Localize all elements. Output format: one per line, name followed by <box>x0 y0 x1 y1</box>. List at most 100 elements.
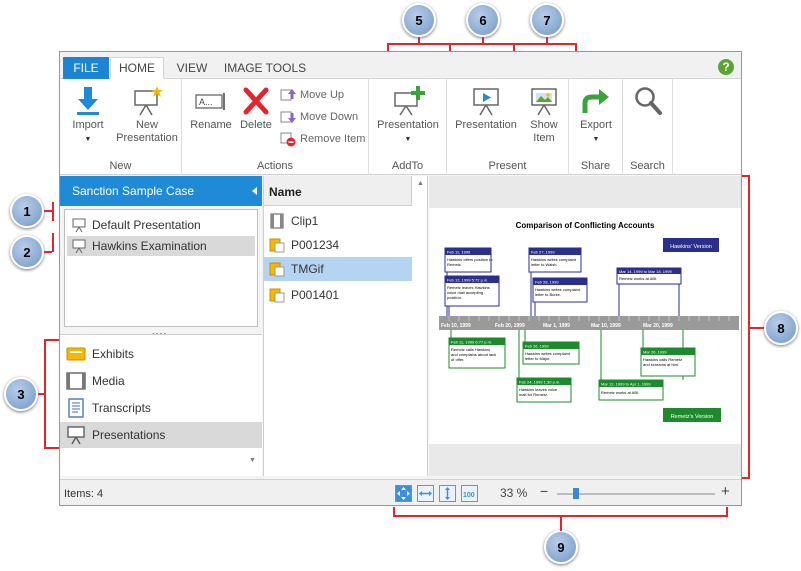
tab-view[interactable]: VIEW <box>168 57 216 79</box>
callout-9: 9 <box>544 530 578 564</box>
move-down-button[interactable]: Move Down <box>280 109 358 125</box>
svg-text:of offer.: of offer. <box>451 357 464 362</box>
nav-item-exhibits[interactable]: Exhibits <box>60 341 262 367</box>
present-presentation-button[interactable]: Presentation <box>453 85 519 132</box>
fit-page-icon <box>397 487 410 500</box>
zoom-slider-thumb[interactable] <box>572 488 579 499</box>
move-up-icon <box>280 89 296 101</box>
group-label-new: New <box>109 160 132 172</box>
bottom-event-box: Mar 26, 1999 Hawkins calls Remetz and sc… <box>640 330 696 377</box>
name-column-header[interactable]: Name <box>264 176 412 206</box>
top-event-box: Mar 14, 1999 to Mar 18, 1999 Remetz work… <box>616 267 682 316</box>
export-icon <box>582 89 609 113</box>
exhibit-icon <box>269 238 285 253</box>
rename-label: Rename <box>190 119 232 131</box>
import-button[interactable]: Import ▼ <box>68 85 108 146</box>
actual-size-icon: 100 <box>463 492 475 499</box>
presentation-item-hawkins[interactable]: Hawkins Examination <box>67 236 255 256</box>
list-item-tmgif[interactable]: TMGif <box>264 257 412 281</box>
bracket-8 <box>748 327 764 329</box>
svg-text:mail for Remetz.: mail for Remetz. <box>519 392 548 397</box>
zoom-percent: 33 % <box>500 486 528 500</box>
svg-text:Mar 12, 1999 to Apr 1, 1999: Mar 12, 1999 to Apr 1, 1999 <box>601 382 651 387</box>
axis-label: Feb 20, 1999 <box>495 323 525 329</box>
transcripts-icon <box>68 398 84 418</box>
ribbon-group-share: Export ▼ Share <box>569 79 623 175</box>
move-up-label: Move Up <box>300 89 345 101</box>
search-button[interactable] <box>628 85 668 119</box>
slide-title: Comparison of Conflicting Accounts <box>516 221 655 230</box>
remove-item-button[interactable]: Remove Item <box>280 131 365 147</box>
app-window: FILE HOME VIEW IMAGE TOOLS ? Import ▼ Ne… <box>59 51 742 506</box>
remove-item-icon <box>280 132 296 147</box>
callout-6: 6 <box>466 3 500 37</box>
case-header[interactable]: Sanction Sample Case <box>60 176 262 206</box>
bracket-3 <box>44 339 60 341</box>
zoom-in-button[interactable]: + <box>721 483 730 500</box>
bracket-1 <box>52 202 54 221</box>
zoom-out-button[interactable]: − <box>540 483 548 499</box>
callout-5: 5 <box>402 3 436 37</box>
fit-page-button[interactable] <box>395 485 412 502</box>
show-item-label-2: Item <box>533 132 555 144</box>
delete-button[interactable]: Delete <box>236 85 276 132</box>
media-icon <box>66 372 86 390</box>
callout-8: 8 <box>764 311 798 345</box>
category-nav: Exhibits Media Transcripts Presentations… <box>60 334 262 476</box>
slide-preview: Comparison of Conflicting Accounts Hawki… <box>429 208 741 444</box>
nav-item-label: Presentations <box>92 428 166 442</box>
move-up-button[interactable]: Move Up <box>280 87 344 103</box>
svg-text:Remetz works at ABI.: Remetz works at ABI. <box>619 276 657 281</box>
exhibit-icon <box>269 288 285 303</box>
timeline-slide: Comparison of Conflicting Accounts Hawki… <box>439 221 739 422</box>
nav-item-media[interactable]: Media <box>60 368 262 394</box>
show-item-button[interactable]: Show Item <box>523 85 565 145</box>
zoom-slider-track[interactable] <box>557 493 715 495</box>
export-button[interactable]: Export ▼ <box>575 85 617 146</box>
list-item-label: P001401 <box>291 288 340 302</box>
preview-pane[interactable]: Comparison of Conflicting Accounts Hawki… <box>429 176 741 476</box>
svg-text:Feb 24, 1999 1:30 p.m.: Feb 24, 1999 1:30 p.m. <box>519 380 560 385</box>
tab-file[interactable]: FILE <box>63 57 109 79</box>
svg-text:100: 100 <box>463 492 475 499</box>
item-count: Items: 4 <box>64 488 104 500</box>
callout-7: 7 <box>530 3 564 37</box>
import-label: Import <box>72 119 104 131</box>
bracket-6 <box>482 37 484 44</box>
present-presentation-label: Presentation <box>455 119 517 131</box>
list-item-p001234[interactable]: P001234 <box>264 233 412 257</box>
move-down-label: Move Down <box>300 111 359 123</box>
presentation-icon <box>72 239 86 254</box>
nav-item-transcripts[interactable]: Transcripts <box>60 395 262 421</box>
ribbon-group-actions: A... Rename Delete Move Up Move Down Rem… <box>182 79 369 175</box>
tab-home[interactable]: HOME <box>110 57 164 79</box>
rename-button[interactable]: A... Rename <box>188 85 234 132</box>
list-item-p001401[interactable]: P001401 <box>264 283 412 307</box>
group-label-search: Search <box>630 160 665 172</box>
nav-item-label: Transcripts <box>92 401 151 415</box>
add-to-presentation-button[interactable]: Presentation ▼ <box>375 85 441 146</box>
bracket-7 <box>513 43 577 45</box>
actual-size-button[interactable]: 100 <box>461 485 478 502</box>
move-down-icon <box>280 111 296 123</box>
new-presentation-button[interactable]: New Presentation <box>114 85 180 145</box>
fit-height-button[interactable] <box>439 485 456 502</box>
list-scroll-up-icon[interactable]: ▲ <box>417 180 424 187</box>
help-icon[interactable]: ? <box>718 59 734 75</box>
collapse-panel-icon[interactable] <box>252 187 257 195</box>
group-label-present: Present <box>488 160 527 172</box>
presentation-item-label: Hawkins Examination <box>92 239 207 253</box>
svg-text:Feb 11, 1999: Feb 11, 1999 <box>447 250 471 255</box>
list-item-clip1[interactable]: Clip1 <box>264 209 412 233</box>
svg-text:and screams at him.: and screams at him. <box>643 362 679 367</box>
tab-image-tools[interactable]: IMAGE TOOLS <box>222 57 308 79</box>
fit-width-button[interactable] <box>417 485 434 502</box>
bracket-7 <box>546 37 548 44</box>
nav-item-presentations[interactable]: Presentations <box>60 422 262 448</box>
svg-text:Mar 14, 1999 to Mar 18, 1999: Mar 14, 1999 to Mar 18, 1999 <box>619 269 672 274</box>
nav-scroll-down-icon[interactable]: ▼ <box>249 457 256 464</box>
svg-text:letter to Walsh.: letter to Walsh. <box>531 262 558 267</box>
fit-width-icon <box>419 491 432 496</box>
presentation-item-default[interactable]: Default Presentation <box>67 215 255 235</box>
svg-text:Remetz works at ABI.: Remetz works at ABI. <box>601 390 639 395</box>
